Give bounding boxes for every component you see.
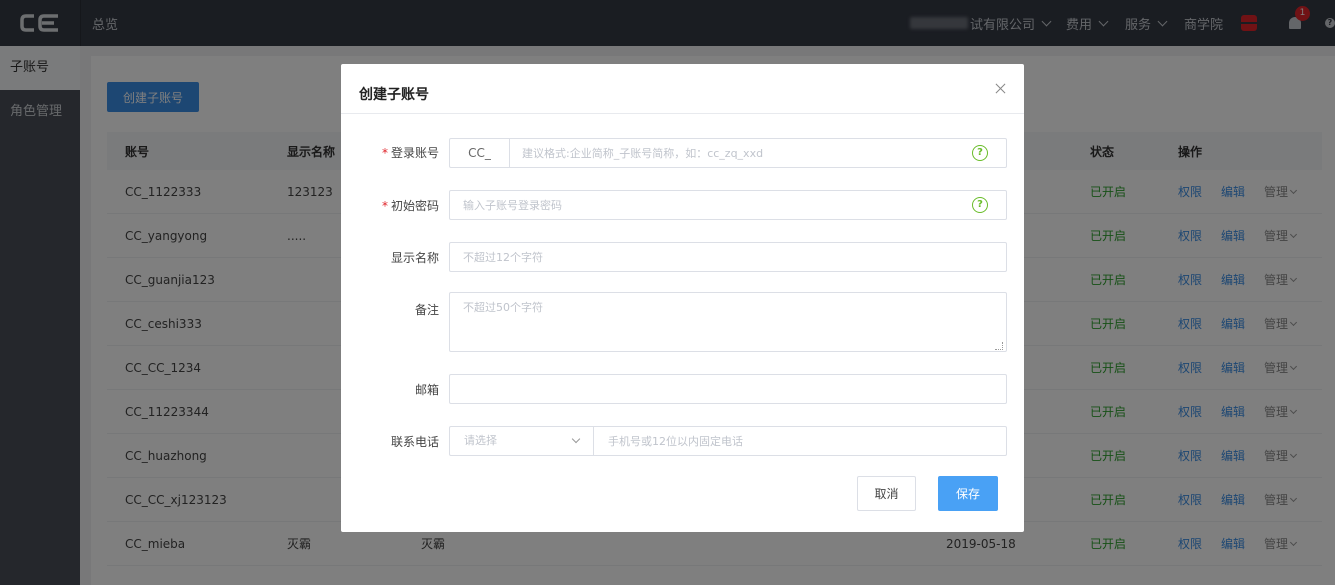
email-field [449,374,1007,404]
initial-password-label-text: 初始密码 [390,199,439,213]
initial-password-label: * 初始密码 [382,197,439,214]
email-input[interactable] [463,375,993,403]
remark-textarea[interactable] [449,292,1007,352]
required-mark: * [381,146,388,160]
question-help-icon[interactable]: ? [972,145,988,161]
question-help-icon[interactable]: ? [972,197,988,213]
login-account-label-text: 登录账号 [390,146,439,160]
account-prefix: CC_ [450,139,510,167]
display-name-label: 显示名称 [390,251,439,265]
create-sub-account-dialog: 创建子账号 *登录账号 CC_ ? *初始密码 ? 显示名称 备注 邮箱 联系电… [341,64,1024,532]
login-account-label: * 登录账号 [382,144,439,161]
resize-handle[interactable] [995,342,1003,350]
required-mark: * [381,199,388,213]
initial-password-field: ? [449,190,1007,220]
login-account-field: CC_ ? [449,138,1007,168]
chevron-down-icon [571,434,581,444]
email-label: 邮箱 [414,383,439,397]
phone-input[interactable] [608,427,998,455]
remark-label: 备注 [414,303,439,317]
display-name-input[interactable] [463,243,993,271]
cancel-button[interactable]: 取消 [857,476,916,511]
close-icon[interactable] [994,82,1008,96]
login-account-input[interactable] [522,139,962,167]
display-name-field [449,242,1007,272]
phone-type-placeholder: 请选择 [464,434,497,447]
phone-type-select[interactable]: 请选择 [450,427,594,455]
phone-label: 联系电话 [390,435,439,449]
initial-password-input[interactable] [463,191,963,219]
save-button[interactable]: 保存 [938,476,998,511]
dialog-title: 创建子账号 [359,87,429,103]
phone-field: 请选择 [449,426,1007,456]
dialog-header: 创建子账号 [341,64,1024,114]
